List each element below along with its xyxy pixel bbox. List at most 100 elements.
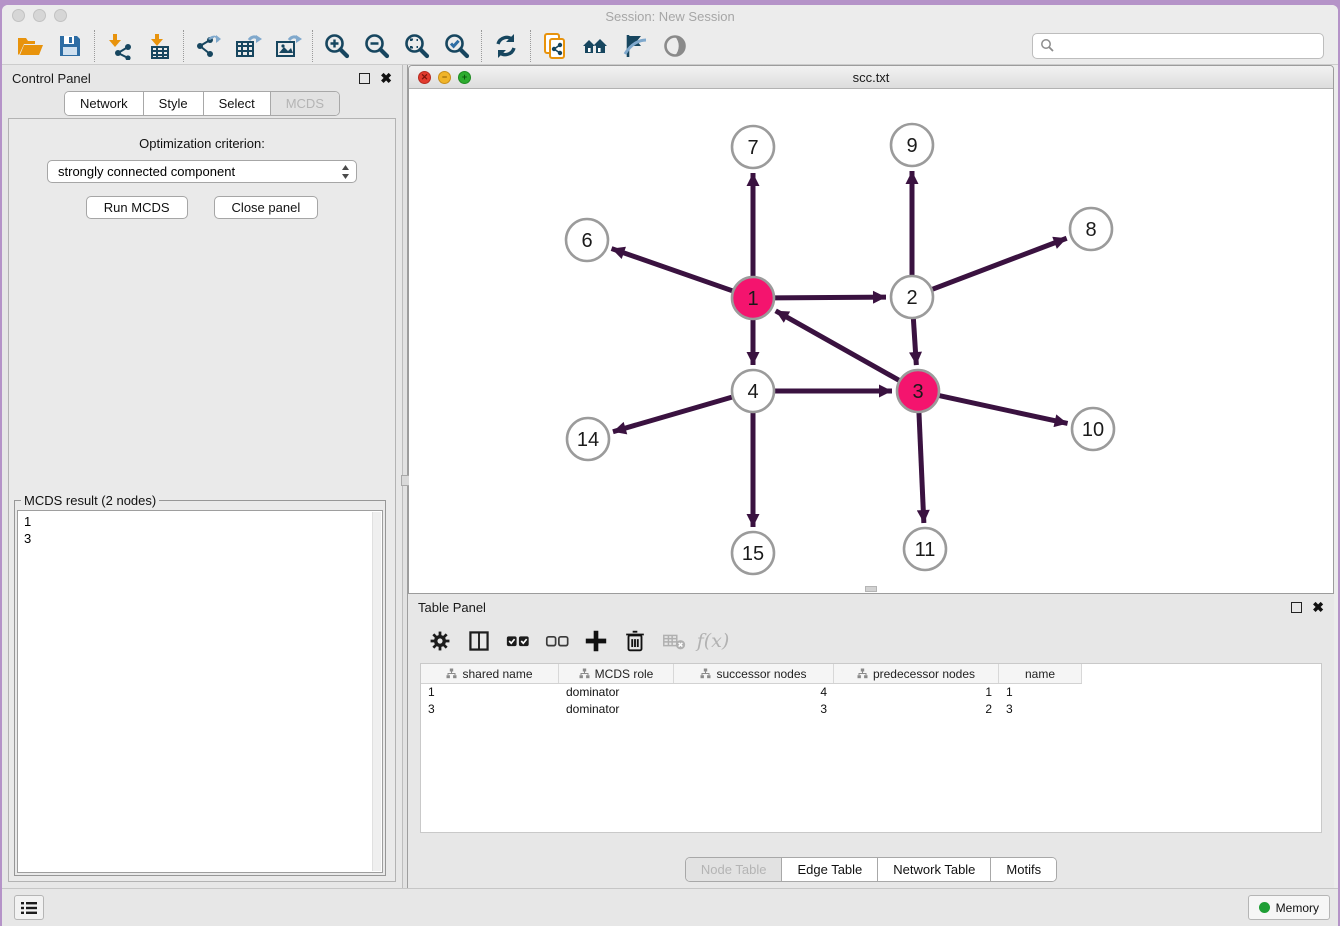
zoom-fit-icon[interactable] [397,29,437,63]
show-graphics-details-icon[interactable] [655,29,695,63]
table-cell[interactable]: 3 [674,701,834,718]
edge-1-6[interactable] [612,249,734,291]
close-panel-icon[interactable]: ✖ [380,73,392,84]
table-cell[interactable]: dominator [559,684,674,701]
tab-node-table[interactable]: Node Table [686,858,783,881]
column-header-MCDS-role[interactable]: MCDS role [559,664,674,683]
close-table-panel-icon[interactable]: ✖ [1312,602,1324,613]
node-label: 2 [906,287,917,309]
float-panel-icon[interactable] [359,73,370,84]
export-network-icon[interactable] [188,29,228,63]
network-canvas[interactable]: 7 9 6 8 1 2 4 3 14 10 15 11 [409,89,1333,593]
node-15[interactable]: 15 [732,532,774,574]
export-table-icon[interactable] [228,29,268,63]
toolbar-separator [530,30,531,62]
node-label: 1 [747,288,758,310]
column-header-shared-name[interactable]: shared name [421,664,559,683]
import-table-icon[interactable] [139,29,179,63]
float-table-panel-icon[interactable] [1291,602,1302,613]
delete-row-icon[interactable] [619,625,651,657]
tab-network[interactable]: Network [65,92,144,115]
zoom-in-icon[interactable] [317,29,357,63]
table-row[interactable]: 3dominator323 [421,701,1082,718]
node-11[interactable]: 11 [904,528,946,570]
edge-3-11[interactable] [919,412,924,523]
tab-network-table[interactable]: Network Table [878,858,991,881]
table-cell[interactable]: 3 [999,701,1082,718]
tab-edge-table[interactable]: Edge Table [782,858,878,881]
titlebar: Session: New Session [2,5,1338,27]
edge-3-10[interactable] [939,395,1068,423]
column-header-name[interactable]: name [999,664,1082,683]
network-graph[interactable]: 7 9 6 8 1 2 4 3 14 10 15 11 [409,89,1334,593]
add-row-icon[interactable] [580,625,612,657]
node-2[interactable]: 2 [891,276,933,318]
hierarchy-icon [446,668,457,679]
edge-3-1[interactable] [776,311,900,381]
hide-graphics-details-icon[interactable] [615,29,655,63]
open-session-icon[interactable] [10,29,50,63]
table-cell[interactable]: 1 [421,684,559,701]
node-8[interactable]: 8 [1070,208,1112,250]
split-drag-handle[interactable] [865,586,877,592]
table-cell[interactable]: 3 [421,701,559,718]
maximize-window-button[interactable] [54,9,67,22]
close-window-button[interactable] [12,9,25,22]
optimization-criterion-select[interactable]: strongly connected component [47,160,357,183]
select-all-icon[interactable] [502,625,534,657]
column-header-successor-nodes[interactable]: successor nodes [674,664,834,683]
table-cell[interactable]: 1 [999,684,1082,701]
node-10[interactable]: 10 [1072,408,1114,450]
network-close-icon[interactable]: ✕ [418,71,431,84]
hierarchy-icon [579,668,590,679]
close-panel-button[interactable]: Close panel [214,196,319,219]
node-7[interactable]: 7 [732,126,774,168]
network-minimize-icon[interactable]: − [438,71,451,84]
tab-mcds[interactable]: MCDS [271,92,339,115]
delete-table-icon[interactable] [658,625,690,657]
edge-2-3[interactable] [913,318,916,365]
export-image-icon[interactable] [268,29,308,63]
minimize-window-button[interactable] [33,9,46,22]
run-mcds-button[interactable]: Run MCDS [86,196,188,219]
table-cell[interactable]: 2 [834,701,999,718]
node-1[interactable]: 1 [732,277,774,319]
result-scrollbar[interactable] [372,512,381,871]
column-header-predecessor-nodes[interactable]: predecessor nodes [834,664,999,683]
edge-4-14[interactable] [613,397,733,432]
zoom-selected-icon[interactable] [437,29,477,63]
zoom-out-icon[interactable] [357,29,397,63]
tab-motifs[interactable]: Motifs [991,858,1056,881]
import-network-icon[interactable] [99,29,139,63]
edge-1-2[interactable] [774,297,886,298]
edge-2-8[interactable] [932,238,1067,289]
node-label: 4 [747,381,758,403]
node-6[interactable]: 6 [566,219,608,261]
search-input[interactable] [1032,33,1324,59]
apply-layout-icon[interactable] [486,29,526,63]
node-3[interactable]: 3 [897,370,939,412]
toolbar-separator [94,30,95,62]
network-maximize-icon[interactable]: + [458,71,471,84]
mcds-result-text[interactable]: 1 3 [17,510,383,873]
node-4[interactable]: 4 [732,370,774,412]
columns-icon[interactable] [463,625,495,657]
task-history-button[interactable] [14,895,44,920]
table-cell[interactable]: dominator [559,701,674,718]
table-row[interactable]: 1dominator411 [421,684,1082,701]
save-session-icon[interactable] [50,29,90,63]
node-14[interactable]: 14 [567,418,609,460]
memory-button[interactable]: Memory [1248,895,1330,920]
search-icon [1040,38,1055,53]
table-cell[interactable]: 1 [834,684,999,701]
toolbar-separator [312,30,313,62]
gear-icon[interactable] [424,625,456,657]
node-9[interactable]: 9 [891,124,933,166]
deselect-all-icon[interactable] [541,625,573,657]
table-header-row: shared nameMCDS rolesuccessor nodesprede… [421,664,1082,684]
tab-style[interactable]: Style [144,92,204,115]
clone-network-icon[interactable] [535,29,575,63]
network-overview-icon[interactable] [575,29,615,63]
table-cell[interactable]: 4 [674,684,834,701]
tab-select[interactable]: Select [204,92,271,115]
